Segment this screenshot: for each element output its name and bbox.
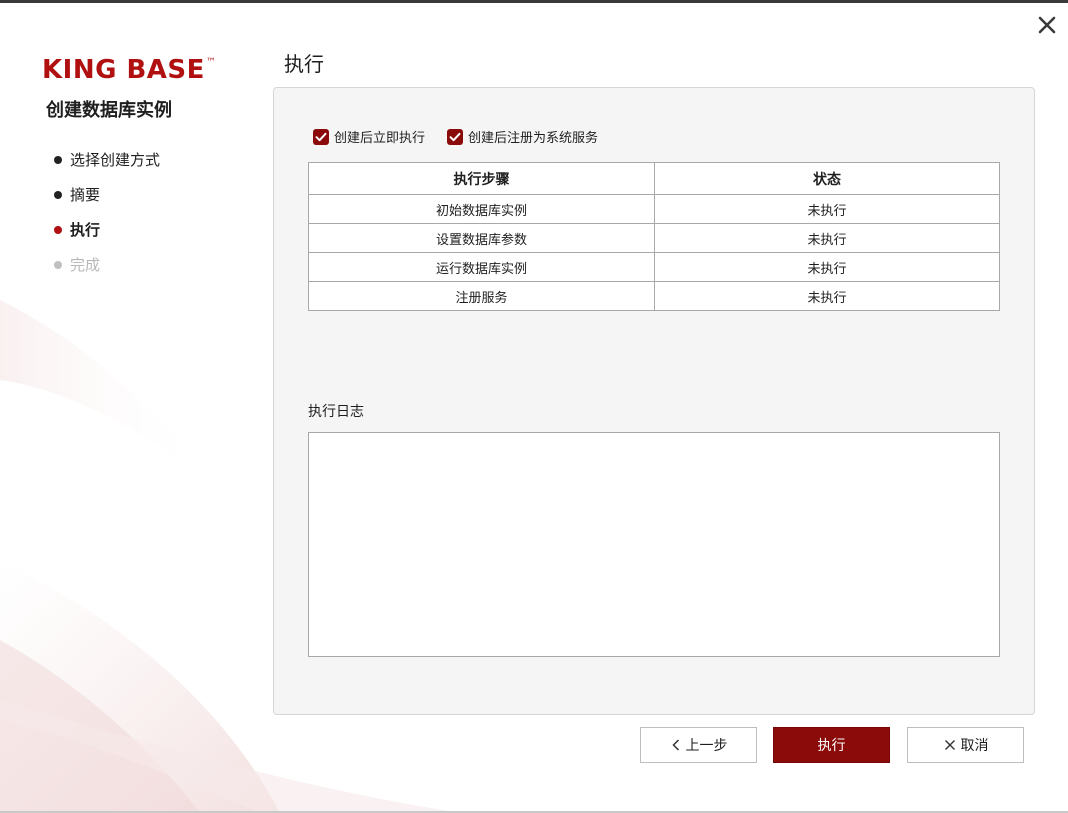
- column-header-step: 执行步骤: [308, 162, 655, 195]
- option-register-service[interactable]: 创建后注册为系统服务: [447, 127, 598, 146]
- step-cell: 设置数据库参数: [308, 223, 655, 253]
- step-bullet-icon: [54, 261, 62, 269]
- execution-steps-table: 执行步骤 状态 初始数据库实例 未执行 设置数据库参数 未执行 运行数据库实例 …: [308, 162, 1000, 311]
- window-top-border: [0, 0, 1068, 3]
- logo-trademark: ™: [205, 57, 216, 68]
- status-cell: 未执行: [654, 194, 1000, 224]
- wizard-step-execute: 执行: [54, 218, 160, 253]
- kingbase-logo: KING BASE™: [42, 55, 216, 85]
- status-cell: 未执行: [654, 223, 1000, 253]
- wizard-step-summary: 摘要: [54, 183, 160, 218]
- table-row: 运行数据库实例 未执行: [308, 252, 1000, 282]
- close-icon: [1038, 16, 1056, 34]
- table-row: 注册服务 未执行: [308, 281, 1000, 311]
- chevron-left-icon: [671, 739, 679, 751]
- table-header-row: 执行步骤 状态: [308, 162, 1000, 195]
- execute-after-create-checkbox[interactable]: [313, 128, 329, 145]
- wizard-step-label: 执行: [70, 221, 101, 239]
- cancel-label: 取消: [960, 738, 989, 754]
- check-icon: [449, 132, 461, 141]
- check-icon: [315, 132, 327, 141]
- register-service-checkbox[interactable]: [447, 128, 464, 145]
- wizard-step-label: 完成: [70, 256, 101, 274]
- option-label: 创建后注册为系统服务: [468, 131, 599, 146]
- step-cell: 注册服务: [308, 281, 655, 311]
- step-cell: 初始数据库实例: [308, 194, 655, 224]
- wizard-step-select-method: 选择创建方式: [54, 148, 160, 183]
- step-cell: 运行数据库实例: [308, 252, 655, 282]
- option-execute-after-create[interactable]: 创建后立即执行: [313, 127, 425, 146]
- step-bullet-icon: [54, 156, 62, 164]
- table-row: 初始数据库实例 未执行: [308, 194, 1000, 224]
- table-row: 设置数据库参数 未执行: [308, 223, 1000, 253]
- logo-text: KING BASE: [42, 55, 205, 85]
- step-bullet-icon: [54, 226, 62, 234]
- execution-options: 创建后立即执行 创建后注册为系统服务: [313, 127, 598, 146]
- close-button[interactable]: [1034, 12, 1060, 38]
- execution-log-textarea[interactable]: [308, 432, 1000, 657]
- wizard-step-finish: 完成: [54, 253, 160, 288]
- previous-step-label: 上一步: [685, 738, 728, 754]
- column-header-status: 状态: [654, 162, 1000, 195]
- previous-step-button[interactable]: 上一步: [640, 727, 757, 763]
- x-icon: [944, 740, 955, 750]
- page-title: 执行: [284, 52, 324, 76]
- wizard-step-label: 摘要: [70, 186, 101, 204]
- execute-button[interactable]: 执行: [773, 727, 890, 763]
- wizard-steps: 选择创建方式 摘要 执行 完成: [54, 148, 160, 288]
- wizard-step-label: 选择创建方式: [70, 151, 161, 169]
- option-label: 创建后立即执行: [334, 131, 426, 146]
- execute-label: 执行: [817, 738, 846, 754]
- cancel-button[interactable]: 取消: [907, 727, 1024, 763]
- execution-log-label: 执行日志: [308, 404, 364, 420]
- sidebar-title: 创建数据库实例: [46, 100, 172, 121]
- status-cell: 未执行: [654, 281, 1000, 311]
- step-bullet-icon: [54, 191, 62, 199]
- status-cell: 未执行: [654, 252, 1000, 282]
